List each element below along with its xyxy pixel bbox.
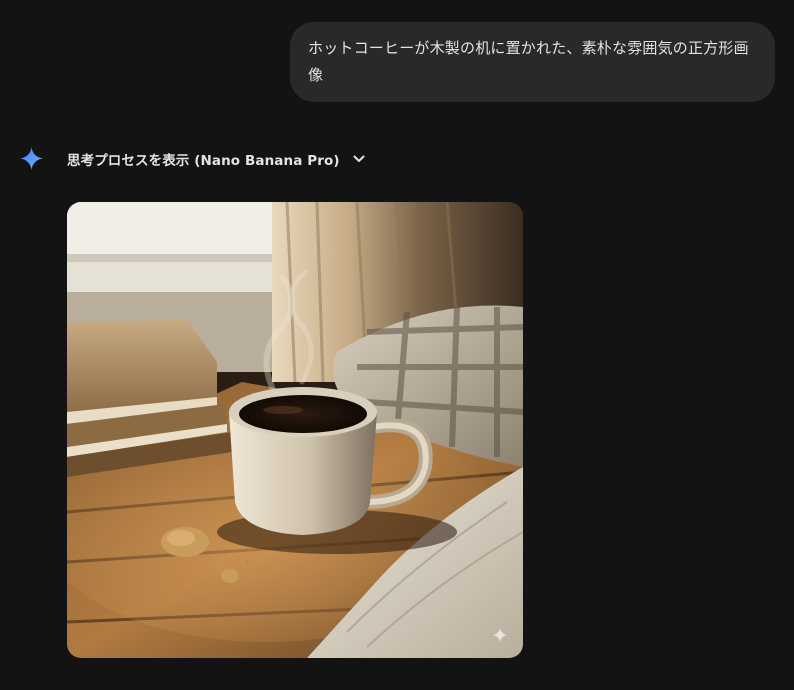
show-thinking-label: 思考プロセスを表示 (Nano Banana Pro) <box>67 152 340 169</box>
coffee-scene-image <box>67 202 523 658</box>
generated-image[interactable] <box>67 202 523 658</box>
chat-page: ホットコーヒーが木製の机に置かれた、素朴な雰囲気の正方形画像 思考プロセスを表示… <box>0 0 794 690</box>
chevron-down-icon <box>353 155 365 162</box>
gemini-spark-icon <box>20 147 43 170</box>
sparkle-watermark-icon <box>492 627 508 643</box>
show-thinking-toggle[interactable]: 思考プロセスを表示 (Nano Banana Pro) <box>67 146 366 171</box>
user-message-text: ホットコーヒーが木製の机に置かれた、素朴な雰囲気の正方形画像 <box>308 39 749 84</box>
user-message-bubble: ホットコーヒーが木製の机に置かれた、素朴な雰囲気の正方形画像 <box>290 22 775 102</box>
